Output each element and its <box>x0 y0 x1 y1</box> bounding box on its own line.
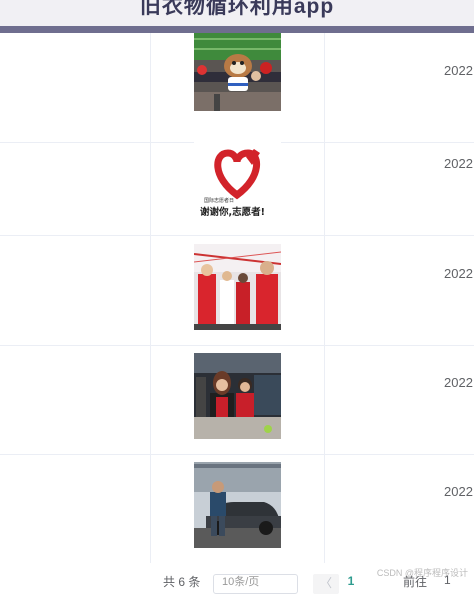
row-thumbnail[interactable] <box>194 33 281 111</box>
volunteers-indoor-photo <box>194 353 281 439</box>
mascot-photo <box>194 33 281 111</box>
row-thumbnail[interactable]: 国际志愿者日 谢谢你,志愿者! <box>194 135 281 221</box>
prev-page-button[interactable]: 〈 <box>313 574 339 594</box>
pagination: 共 6 条 10条/页 〈 1 前往 1 <box>0 563 474 594</box>
volunteers-group-photo <box>194 244 281 330</box>
row-thumbnail[interactable] <box>194 353 281 439</box>
poster-small-text: 国际志愿者日 <box>204 197 234 204</box>
pagination-total: 共 6 条 <box>163 575 201 589</box>
row-date: 2022 <box>444 266 473 281</box>
goto-label: 前往 <box>403 575 428 589</box>
app-header: 旧衣物循环利用app <box>0 0 474 33</box>
page-number-current[interactable]: 1 <box>339 574 363 594</box>
app-title: 旧衣物循环利用app <box>139 0 335 18</box>
volunteer-heart-poster: 国际志愿者日 谢谢你,志愿者! <box>194 135 281 221</box>
jump-page-input[interactable]: 1 <box>444 573 451 587</box>
row-date: 2022 <box>444 156 473 171</box>
row-thumbnail[interactable] <box>194 462 281 548</box>
poster-text: 谢谢你,志愿者! <box>200 206 265 218</box>
row-date: 2022 <box>444 375 473 390</box>
page-size-select[interactable]: 10条/页 <box>213 574 298 594</box>
row-thumbnail[interactable] <box>194 244 281 330</box>
row-date: 2022 <box>444 484 473 499</box>
man-with-car-photo <box>194 462 281 548</box>
records-table: 2022 国际志愿者日 谢谢你,志愿者! 2022 2022 2022 2022 <box>0 33 474 563</box>
table-row: 2022 <box>0 236 474 346</box>
table-row: 2022 <box>0 454 474 563</box>
table-row: 2022 <box>0 345 474 455</box>
table-row: 国际志愿者日 谢谢你,志愿者! 2022 <box>0 126 474 236</box>
